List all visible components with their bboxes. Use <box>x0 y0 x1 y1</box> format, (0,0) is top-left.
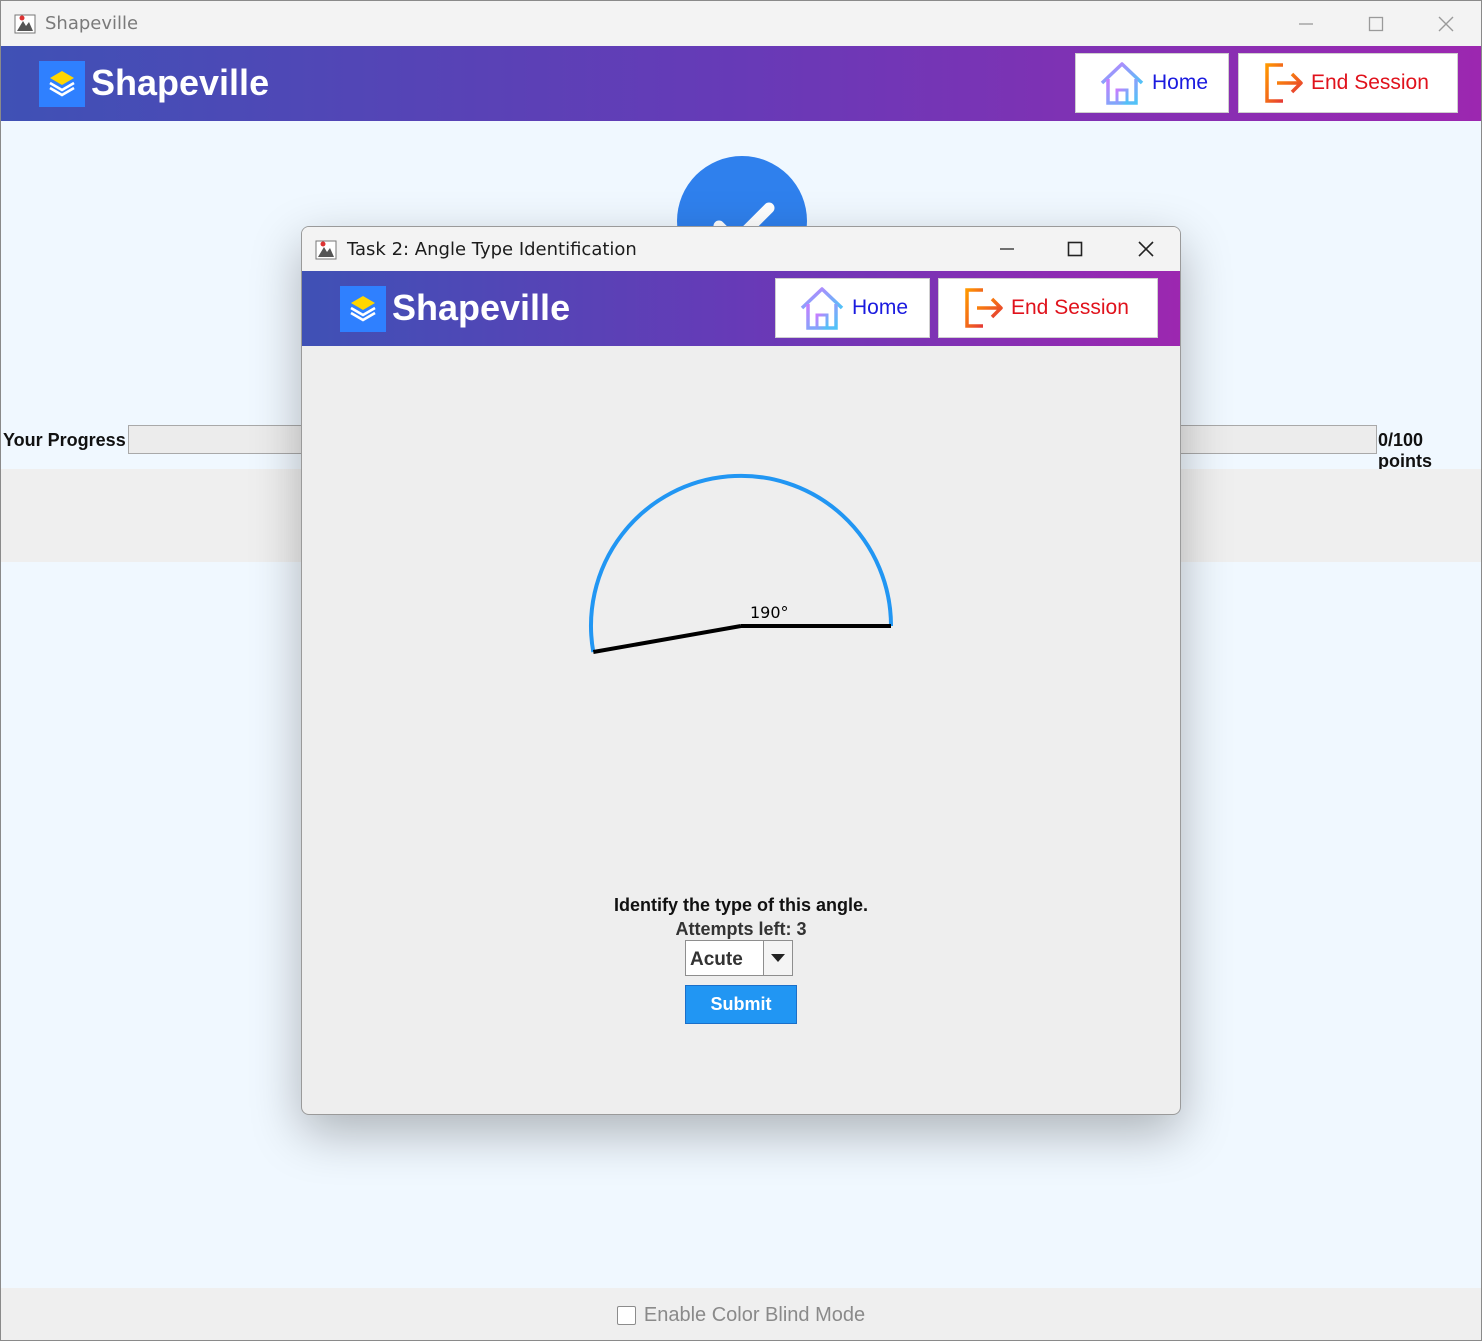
java-app-icon <box>14 14 36 34</box>
minimize-button[interactable] <box>1271 1 1341 46</box>
task-dialog: Task 2: Angle Type Identification Shapev… <box>301 226 1181 1115</box>
maximize-icon <box>1368 16 1384 31</box>
maximize-button[interactable] <box>1341 1 1411 46</box>
angle-type-selected: Acute <box>690 949 743 970</box>
angle-ray-end <box>592 624 742 654</box>
end-session-label: End Session <box>1311 71 1429 94</box>
app-header: Shapeville Home End Session <box>1 46 1481 121</box>
home-button[interactable]: Home <box>1075 53 1229 113</box>
question-text: Identify the type of this angle. <box>613 895 869 915</box>
close-icon <box>1438 16 1454 31</box>
home-label: Home <box>1152 71 1209 94</box>
submit-button[interactable]: Submit <box>685 985 797 1024</box>
color-blind-label[interactable]: Enable Color Blind Mode <box>644 1304 865 1327</box>
attempts-left: Attempts left: 3 <box>675 919 807 939</box>
end-session-button[interactable]: End Session <box>1238 53 1458 113</box>
logout-icon <box>1265 63 1303 103</box>
footer: Enable Color Blind Mode <box>1 1288 1481 1340</box>
brand-title: Shapeville <box>91 62 270 103</box>
minimize-icon <box>1299 22 1313 25</box>
color-blind-checkbox[interactable] <box>616 1305 636 1325</box>
progress-label: Your Progress <box>3 430 126 450</box>
angle-degree-label: 190° <box>750 603 789 622</box>
triangle-down-icon[interactable] <box>763 941 792 975</box>
home-icon <box>1100 62 1144 105</box>
close-button[interactable] <box>1411 1 1481 46</box>
angle-type-select[interactable]: Acute <box>685 940 793 976</box>
progress-points: 0/100 points <box>1378 430 1432 471</box>
main-titlebar: Shapeville <box>1 1 1481 46</box>
window-title: Shapeville <box>45 13 139 34</box>
angle-diagram: 190° <box>589 473 893 654</box>
layers-icon <box>39 61 85 107</box>
